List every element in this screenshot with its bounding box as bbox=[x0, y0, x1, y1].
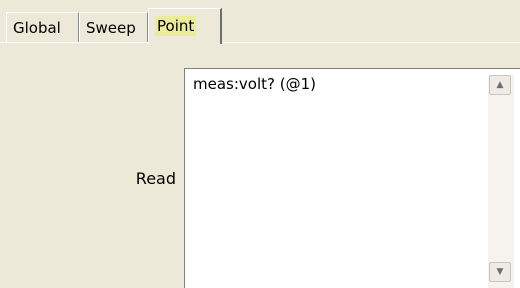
scroll-up-arrow-icon[interactable]: ▲ bbox=[489, 75, 511, 95]
tab-point-label: Point bbox=[155, 16, 197, 36]
vertical-scrollbar[interactable]: ▲ ▼ bbox=[488, 75, 514, 288]
read-label: Read bbox=[135, 169, 176, 188]
point-panel: Read meas:volt? (@1) ▲ ▼ bbox=[0, 43, 520, 288]
scroll-down-arrow-icon[interactable]: ▼ bbox=[489, 262, 511, 282]
read-textarea-text: meas:volt? (@1) bbox=[193, 75, 316, 93]
tab-point[interactable]: Point bbox=[148, 8, 222, 44]
tab-strip: Global Sweep Point bbox=[0, 8, 520, 44]
tab-sweep-label: Sweep bbox=[86, 19, 136, 37]
tab-global[interactable]: Global bbox=[6, 12, 79, 42]
read-textarea[interactable]: meas:volt? (@1) ▲ ▼ bbox=[184, 68, 520, 288]
tab-sweep[interactable]: Sweep bbox=[79, 12, 148, 42]
tab-global-label: Global bbox=[13, 19, 61, 37]
